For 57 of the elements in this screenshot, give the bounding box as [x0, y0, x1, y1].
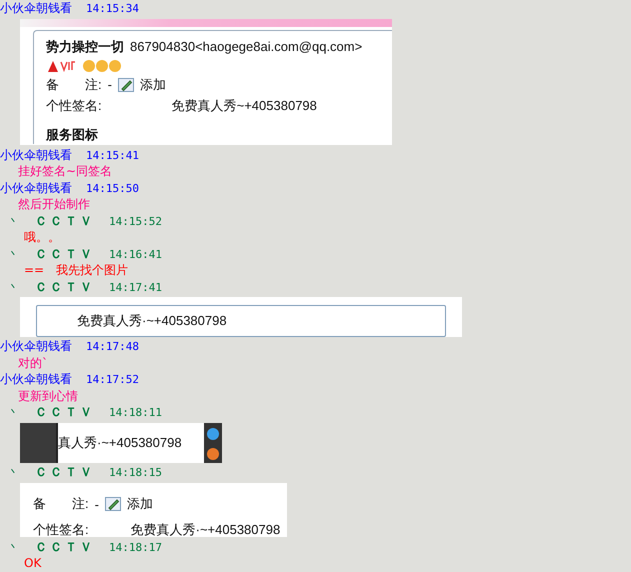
message-text: 挂好签名~同签名 — [18, 164, 112, 178]
signature-text: 免费真人秀·~+405380798 — [130, 521, 280, 537]
remark-value: - — [108, 77, 112, 92]
smiley-icons — [82, 58, 122, 72]
signature-field[interactable]: 免费真人秀·~+405380798 — [36, 305, 446, 337]
add-link[interactable]: 添加 — [140, 76, 166, 94]
prefix-mark: 丶 — [8, 405, 19, 420]
prefix-mark: 丶 — [8, 465, 19, 480]
message-text: == 我先找个图片 — [24, 263, 128, 278]
message-time: 14:18:15 — [109, 466, 162, 480]
photo-placeholder — [20, 423, 58, 463]
message-text: 然后开始制作 — [18, 197, 90, 212]
add-link[interactable]: 添加 — [126, 495, 153, 514]
signature-label: 个性签名: — [46, 96, 102, 114]
edit-icon[interactable] — [104, 497, 121, 512]
message-time: 14:18:11 — [109, 406, 162, 420]
sender-name: ＣＣＴＶ — [35, 246, 95, 263]
signature-text: 免费真人秀~+405380798 — [172, 96, 317, 114]
profile-account: 867904830<haogege8ai.com@qq.com> — [130, 39, 362, 54]
message-time: 14:17:52 — [86, 373, 139, 386]
message-time: 14:17:41 — [109, 280, 162, 294]
sender-name: 小伙伞朝钱看 — [0, 180, 72, 197]
sender-name: ＣＣＴＶ — [35, 212, 95, 230]
sender-name: ＣＣＴＶ — [35, 538, 95, 556]
message-time: 14:17:48 — [86, 340, 139, 354]
signature-text: 真人秀·~+405380798 — [58, 434, 182, 452]
remark-label: 备 注: — [46, 76, 102, 94]
message-time: 14:15:50 — [86, 182, 139, 195]
message-time: 14:16:41 — [109, 248, 162, 261]
prefix-mark: 丶 — [8, 280, 19, 295]
message-text: 更新到心情 — [18, 389, 78, 404]
remark-value: - — [94, 496, 99, 512]
message-text: 对的` — [18, 356, 48, 370]
profile-name: 势力操控一切 — [46, 38, 124, 56]
prefix-mark: 丶 — [8, 540, 19, 555]
sender-name: ＣＣＴＶ — [35, 278, 95, 296]
round-icon — [206, 427, 220, 442]
message-text: 哦。。 — [24, 230, 60, 244]
section-heading: 服务图标 — [46, 126, 98, 144]
edit-icon[interactable] — [118, 78, 134, 92]
sender-name: 小伙伞朝钱看 — [0, 371, 72, 388]
message-time: 14:18:17 — [109, 540, 162, 554]
signature-label: 个性签名: — [33, 521, 89, 537]
prefix-mark: 丶 — [8, 246, 19, 262]
message-time: 14:15:41 — [86, 148, 139, 162]
sender-name: ＣＣＴＶ — [35, 404, 95, 422]
prefix-mark: 丶 — [8, 214, 19, 229]
message-time: 14:15:52 — [109, 214, 162, 228]
remark-label: 备 注: — [33, 495, 89, 514]
sender-name: 小伙伞朝钱看 — [0, 146, 72, 164]
sender-name: 小伙伞朝钱看 — [0, 0, 72, 17]
sender-name: 小伙伞朝钱看 — [0, 338, 72, 356]
vip-badge-icon — [46, 58, 76, 72]
app-icon — [206, 447, 220, 462]
message-text: OK — [24, 556, 42, 570]
message-time: 14:15:34 — [86, 2, 139, 15]
sender-name: ＣＣＴＶ — [35, 464, 95, 482]
